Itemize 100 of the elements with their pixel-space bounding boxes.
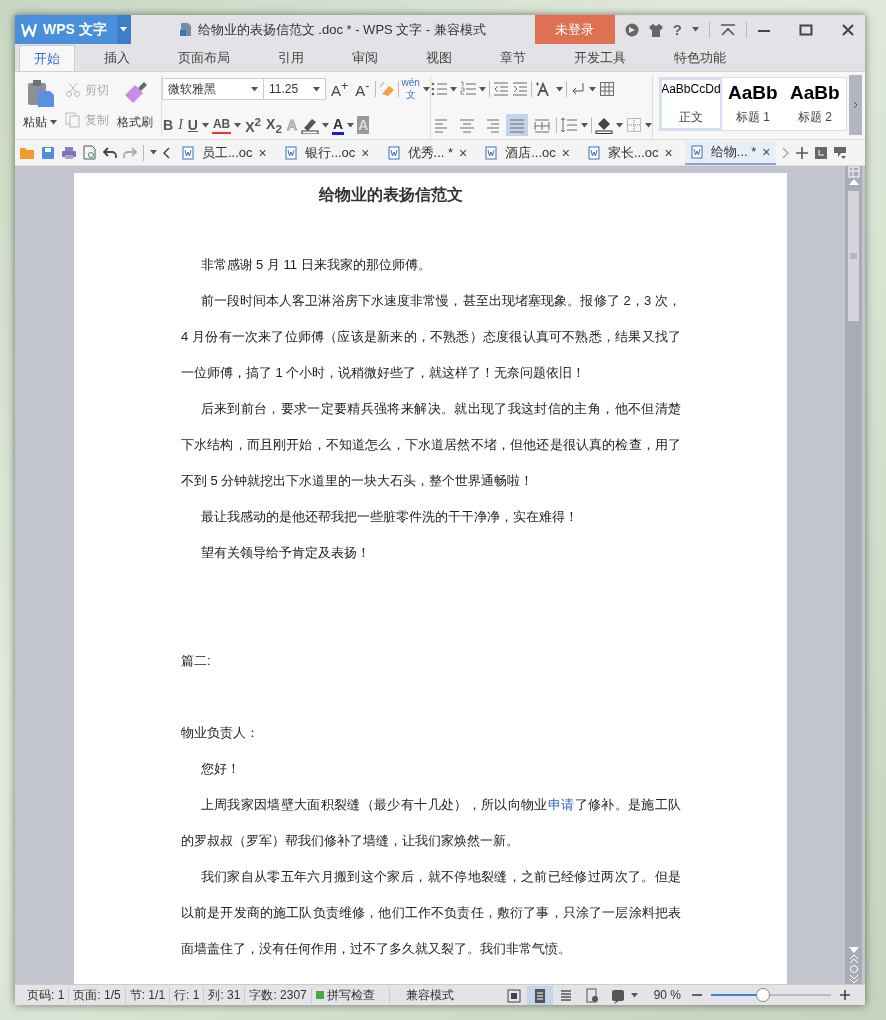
document-tab[interactable]: 家长...oc ×: [582, 140, 679, 165]
clipboard-icon: [26, 79, 54, 107]
close-icon[interactable]: [841, 22, 855, 37]
maximize-icon[interactable]: [799, 22, 813, 37]
caret-icon[interactable]: [234, 122, 242, 128]
font-family-select[interactable]: 微软雅黑: [162, 78, 264, 100]
undo-icon[interactable]: [103, 146, 117, 159]
reading-view-icon: [609, 987, 626, 1004]
paint-bucket-icon[interactable]: [594, 116, 613, 134]
outdent-icon[interactable]: [492, 81, 509, 97]
distribute-icon: [532, 116, 551, 134]
line-spacing-icon[interactable]: [559, 117, 578, 133]
caret-icon[interactable]: [422, 86, 430, 92]
menu-tab[interactable]: 插入: [85, 45, 149, 71]
caret-icon[interactable]: [630, 992, 638, 998]
caret-icon[interactable]: [347, 122, 355, 128]
status-item: 列: 31: [204, 986, 246, 1004]
caret-icon[interactable]: [251, 86, 258, 92]
caret-icon[interactable]: [615, 122, 623, 128]
help-button[interactable]: ?: [672, 21, 682, 38]
save-icon[interactable]: [41, 145, 55, 160]
caret-icon[interactable]: [588, 86, 596, 92]
menu-tab[interactable]: 引用: [259, 45, 323, 71]
format-painter-button[interactable]: 格式刷: [115, 75, 155, 135]
word-document-icon: [485, 145, 500, 160]
status-item: 页面: 1/5: [69, 986, 126, 1004]
menu-tab[interactable]: 页面布局: [159, 45, 249, 71]
script-button[interactable]: X$^{2}$: [244, 114, 263, 136]
menu-tab[interactable]: 视图: [407, 45, 471, 71]
strike-button[interactable]: AB: [211, 116, 232, 134]
collapse-ribbon-icon[interactable]: [720, 23, 736, 36]
print-preview-icon[interactable]: [83, 145, 97, 160]
caret-icon[interactable]: [322, 122, 330, 128]
tab-menu-icon[interactable]: [833, 145, 848, 160]
menu-tab[interactable]: 开始: [19, 45, 75, 71]
document-tab[interactable]: 优秀... * ×: [381, 140, 474, 165]
window-title: 给物业的表扬信范文 .doc * - WPS 文字 - 兼容模式: [197, 20, 486, 39]
body-paragraph: 非常感谢 5 月 11 日来我家的那位师傅。: [199, 256, 432, 274]
caret-icon[interactable]: [449, 86, 457, 92]
bold-button[interactable]: B: [162, 114, 175, 136]
plus-icon[interactable]: [795, 145, 810, 160]
bullet-list-icon[interactable]: [430, 81, 447, 97]
document-tab[interactable]: 员工...oc ×: [176, 140, 273, 165]
paste-button[interactable]: 粘贴: [21, 75, 59, 135]
grow-font-button[interactable]: A$^{+}$: [329, 79, 351, 99]
caret-icon[interactable]: [50, 120, 57, 125]
window-list-icon[interactable]: [815, 146, 828, 159]
indent-icon[interactable]: [511, 81, 528, 97]
zoom-level: 90 %: [653, 988, 681, 1002]
status-item: 字数: 2307: [245, 986, 312, 1004]
vertical-scrollbar[interactable]: [845, 166, 862, 984]
body-paragraph: 我们家自从零五年六月搬到这个家后，就不停地裂缝，之前已经修过两次了。但是以前是开发商的施工队负责维修，他们工作不负责任，敷衍了事，只涂了一层涂料把表面墙盖住了，没有任何作用，过不了多久就又裂了。我们非常气愤。: [181, 868, 681, 958]
word-document-icon: [284, 145, 299, 160]
underline-button[interactable]: U: [186, 114, 199, 136]
menu-tab[interactable]: 审阅: [333, 45, 397, 71]
menu-tab[interactable]: 开发工具: [555, 45, 645, 71]
caret-icon[interactable]: [644, 122, 652, 128]
copy-icon: [65, 112, 81, 128]
caret-icon[interactable]: [555, 86, 563, 92]
ruler-toggle-icon[interactable]: [847, 166, 860, 178]
document-tab[interactable]: 给物... * ×: [684, 140, 777, 165]
caret-icon[interactable]: [580, 122, 588, 128]
caret-icon[interactable]: [201, 122, 209, 128]
printer-icon[interactable]: [61, 145, 77, 160]
menu-tab[interactable]: 章节: [481, 45, 545, 71]
page-view-button[interactable]: [526, 985, 553, 1005]
shrink-font-button[interactable]: A$^{-}$: [353, 79, 372, 99]
zoom-in-icon[interactable]: [839, 989, 851, 1001]
italic-button[interactable]: I: [177, 114, 184, 136]
compatibility-mode: 兼容模式: [404, 986, 455, 1004]
justify-icon: [507, 116, 526, 134]
status-item: 行: 1: [170, 986, 205, 1004]
caret-icon: [120, 27, 128, 32]
script-button[interactable]: X$_{2}$: [265, 114, 283, 136]
highlighter-icon[interactable]: [301, 116, 320, 134]
pinyin-button[interactable]: wén 文: [401, 76, 420, 102]
grip-icon: [850, 253, 857, 259]
color-button[interactable]: A: [332, 115, 345, 135]
shirt-icon[interactable]: [648, 22, 663, 37]
w-logo-icon: [21, 22, 37, 37]
menu-tab[interactable]: 特色功能: [655, 45, 745, 71]
table-icon[interactable]: [598, 81, 615, 97]
caret-icon[interactable]: [150, 150, 157, 155]
font-size-select[interactable]: 11.25: [264, 78, 326, 100]
word-document-icon: [387, 145, 402, 160]
web-view-icon: [583, 987, 600, 1004]
spell-check-label[interactable]: 拼写检查: [326, 986, 375, 1004]
document-tab[interactable]: 酒店...oc ×: [479, 140, 576, 165]
document-tab[interactable]: 银行...oc ×: [278, 140, 376, 165]
body-paragraph: 上周我家因墙壁大面积裂缝（最少有十几处），所以向物业申请了修补。是施工队的罗叔叔（罗军）帮我们修补了墙缝，让我们家焕然一新。: [181, 796, 681, 850]
text-link[interactable]: 申请: [547, 797, 575, 812]
caret-icon[interactable]: [313, 86, 320, 92]
body-paragraph: 最让我感动的是他还帮我把一些脏零件洗的干干净净，实在难得！: [199, 508, 579, 526]
caret-icon[interactable]: [692, 27, 699, 32]
style-preset[interactable]: AaBbCcDd 正文: [659, 78, 722, 130]
body-paragraph: 前一段时间本人客卫淋浴房下水速度非常慢，甚至出现堵塞现象。报修了 2，3 次，4 月份有一次来了位师傅（应该是新来的，不熟悉）态度很认真可不熟悉，结果又找了一位师傅，搞了 1 个小时，说稍微好些了，就这样了！无奈问题依旧！: [181, 292, 681, 382]
caret-icon[interactable]: [478, 86, 486, 92]
spell-check-indicator[interactable]: [315, 991, 324, 999]
align-center-icon: [457, 116, 476, 134]
chevron-left-icon[interactable]: [163, 146, 170, 159]
